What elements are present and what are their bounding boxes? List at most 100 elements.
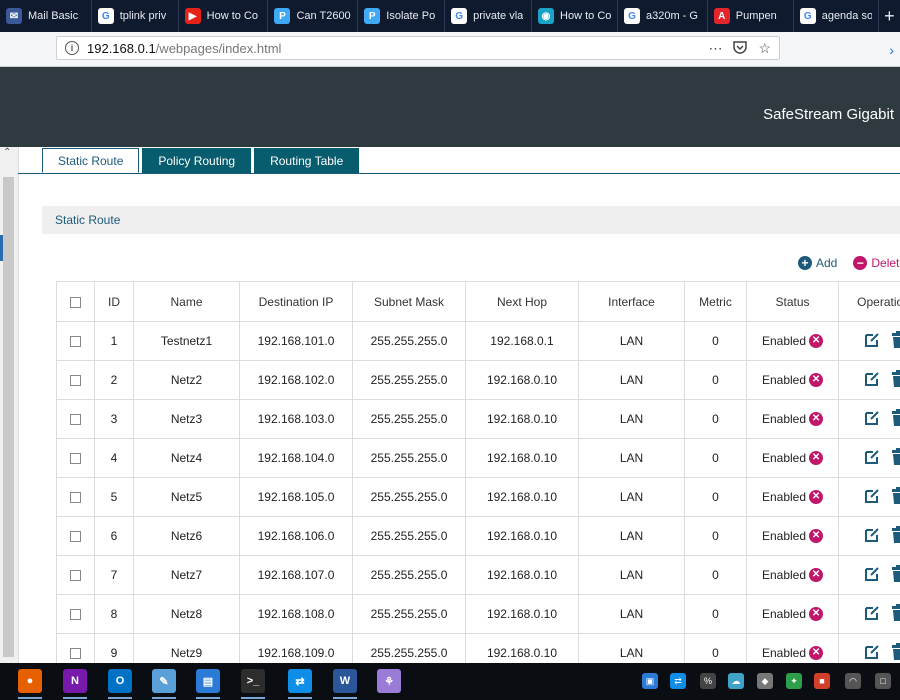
browser-tab-label: agenda so [821,10,872,22]
trash-icon[interactable] [891,486,900,508]
destination-ip-cell: 192.168.105.0 [239,477,353,517]
google-icon: G [799,8,816,24]
page-actions-icon[interactable]: ⋯ [708,40,722,57]
edit-icon[interactable] [863,370,881,391]
browser-tab[interactable]: A Pumpen [708,0,794,32]
tab-static-route[interactable]: Static Route [42,148,140,173]
scroll-up-arrow-icon[interactable]: ⌃ [3,147,11,158]
disable-x-icon[interactable]: ✕ [809,334,824,349]
new-tab-plus-icon[interactable]: + [879,0,900,32]
table-row: 1 Testnetz1 192.168.101.0 255.255.255.0 192.… [56,321,900,361]
browser-tab[interactable]: ◉ How to Co [532,0,618,32]
disable-x-icon[interactable]: ✕ [809,646,824,661]
operation-cell [838,516,900,556]
tray-security-icon[interactable]: ✦ [786,673,802,689]
google-icon: G [97,8,114,24]
metric-cell: 0 [684,555,747,595]
trash-icon[interactable] [891,603,900,625]
browser-tab[interactable]: Gagenda so [794,0,879,32]
network-config-icon[interactable]: ▤ [196,669,220,699]
trash-icon[interactable] [891,525,900,547]
trash-icon[interactable] [891,330,900,352]
bookmark-star-icon[interactable]: ☆ [758,40,771,57]
site-icon: ◉ [538,8,555,24]
row-checkbox[interactable] [70,375,81,387]
row-checkbox[interactable] [70,414,81,426]
select-all-checkbox[interactable] [70,296,81,308]
terminal-icon[interactable]: >_ [241,669,265,699]
disable-x-icon[interactable]: ✕ [809,451,824,466]
disable-x-icon[interactable]: ✕ [809,490,824,505]
left-scrollbar[interactable]: ⌃ [0,147,19,663]
extensions-icon[interactable]: › [889,42,894,58]
trash-icon[interactable] [891,564,900,586]
disable-x-icon[interactable]: ✕ [809,529,824,544]
scrollbar-thumb[interactable] [3,177,14,657]
trash-icon[interactable] [891,408,900,430]
site-info-icon[interactable]: i [65,41,79,55]
tab-routing-table[interactable]: Routing Table [254,148,360,173]
firefox-icon[interactable]: ● [18,669,42,699]
disable-x-icon[interactable]: ✕ [809,412,824,427]
row-select-cell [56,516,95,556]
tray-app-3-icon[interactable]: % [700,673,716,689]
browser-tab[interactable]: P Isolate Po [358,0,446,32]
column-header-status: Status [746,281,839,322]
paint-icon[interactable]: ⚘ [377,669,401,693]
edit-icon[interactable] [863,565,881,586]
edit-icon[interactable] [863,331,881,352]
browser-tab[interactable]: Ga320m - G [618,0,708,32]
trash-icon[interactable] [891,369,900,391]
word-icon[interactable]: W [333,669,357,699]
browser-tab[interactable]: Gtplink priv [92,0,179,32]
tray-notification-icon[interactable]: □ [875,673,891,689]
browser-tab[interactable]: ▶ How to Co [179,0,269,32]
edit-icon[interactable] [863,604,881,625]
notepad-icon[interactable]: ✎ [152,669,176,699]
disable-x-icon[interactable]: ✕ [809,607,824,622]
route-name-cell: Testnetz1 [133,321,240,361]
route-name-cell: Netz4 [133,438,240,478]
edit-icon[interactable] [863,643,881,664]
tab-underline [18,173,900,174]
disable-x-icon[interactable]: ✕ [809,373,824,388]
route-id-cell: 2 [94,360,134,400]
outlook-icon[interactable]: O [108,669,132,699]
trash-icon[interactable] [891,447,900,469]
browser-tab-label: Isolate Po [386,10,436,22]
pocket-icon[interactable] [732,39,748,58]
browser-tab[interactable]: P Can T2600 [268,0,359,32]
row-checkbox[interactable] [70,609,81,621]
row-checkbox[interactable] [70,492,81,504]
browser-tab[interactable]: Gprivate vla [445,0,533,32]
edit-icon[interactable] [863,409,881,430]
row-checkbox[interactable] [70,648,81,660]
destination-ip-cell: 192.168.101.0 [239,321,353,361]
address-bar[interactable]: i 192.168.0.1/webpages/index.html ⋯ ☆ [56,36,780,60]
tray-teamviewer-icon[interactable]: ⇄ [670,673,686,689]
tray-network-icon[interactable]: ☁ [728,673,744,689]
delete-button[interactable]: − Delete [853,256,900,270]
row-select-cell [56,594,95,634]
operation-cell [838,555,900,595]
status-text: Enabled [761,606,807,621]
disable-x-icon[interactable]: ✕ [809,568,824,583]
browser-tab[interactable]: ✉ Mail Basic [0,0,92,32]
edit-icon[interactable] [863,487,881,508]
tray-app-5-icon[interactable]: ◆ [757,673,773,689]
row-checkbox[interactable] [70,336,81,348]
edit-icon[interactable] [863,526,881,547]
trash-icon[interactable] [891,642,900,664]
tab-policy-routing[interactable]: Policy Routing [142,148,252,173]
tray-app-1-icon[interactable]: ▣ [642,673,658,689]
page-tabs: Static Route Policy Routing Routing Table [42,148,362,174]
edit-icon[interactable] [863,448,881,469]
row-checkbox[interactable] [70,570,81,582]
row-checkbox[interactable] [70,531,81,543]
tray-wifi-icon[interactable]: ◠ [845,673,861,689]
teamviewer-icon[interactable]: ⇄ [288,669,312,699]
row-checkbox[interactable] [70,453,81,465]
tray-app-7-icon[interactable]: ■ [814,673,830,689]
add-button[interactable]: + Add [798,256,837,270]
onenote-icon[interactable]: N [63,669,87,699]
